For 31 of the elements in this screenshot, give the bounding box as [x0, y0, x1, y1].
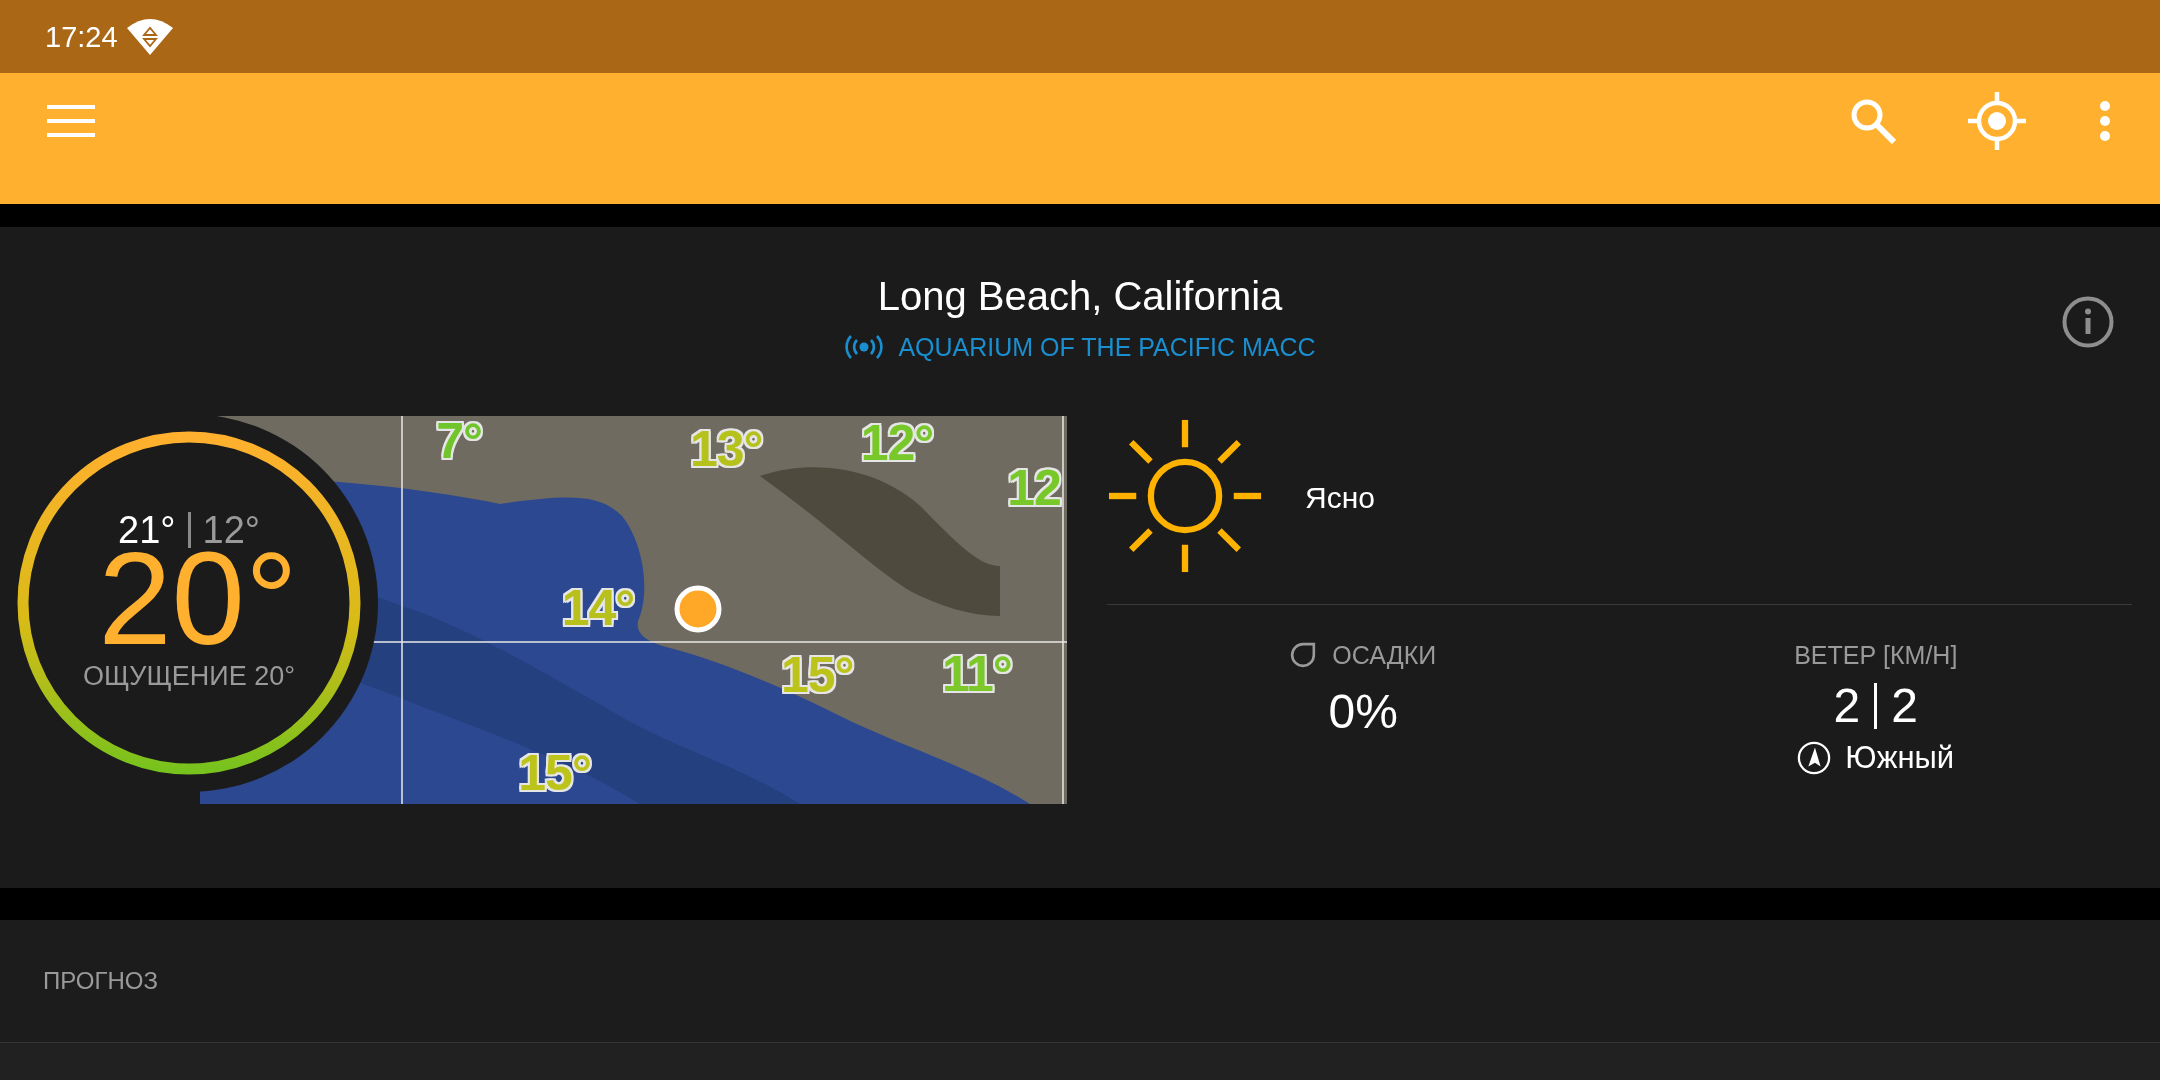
crosshair-icon[interactable] [1968, 92, 2026, 150]
wind-gust: 2 [1891, 679, 1918, 733]
low-temperature: 12° [202, 508, 260, 551]
location-marker-icon [673, 584, 722, 633]
map-temperature-label: 13° [689, 422, 763, 475]
wind-label: ВЕТЕР [КМ/Н] [1794, 640, 1958, 671]
forecast-title: ПРОГНОЗ [43, 966, 158, 996]
sun-icon [1107, 418, 1263, 574]
broadcast-icon [844, 335, 885, 359]
raindrop-icon [1290, 642, 1317, 668]
map-temperature-label: 15° [781, 649, 854, 702]
map-temperature-label: 14° [561, 582, 635, 635]
condition-text: Ясно [1305, 480, 1375, 516]
wind-speed: 2 [1833, 679, 1861, 733]
wind-direction: Южный [1845, 739, 1955, 777]
station-name[interactable]: AQUARIUM OF THE PACIFIC MACC [898, 331, 1316, 363]
info-icon[interactable] [2062, 296, 2114, 348]
menu-icon[interactable] [47, 105, 95, 137]
precipitation-label: ОСАДКИ [1332, 640, 1437, 671]
precipitation-value: 0% [1328, 685, 1398, 739]
more-options-icon[interactable] [2100, 101, 2110, 141]
map-temperature-label: 12° [860, 417, 934, 470]
map-temperature-label: 15° [518, 746, 591, 799]
map-temperature-label: 7° [436, 415, 483, 468]
feels-like-temperature: ОЩУЩЕНИЕ 20° [82, 660, 295, 693]
map-temperature-label: 12 [1007, 461, 1061, 514]
map-temperature-label: 11° [941, 648, 1012, 700]
location-title: Long Beach, California [877, 273, 1283, 320]
search-icon[interactable] [1850, 98, 1896, 144]
wifi-icon [126, 18, 173, 55]
status-time: 17:24 [45, 19, 118, 54]
